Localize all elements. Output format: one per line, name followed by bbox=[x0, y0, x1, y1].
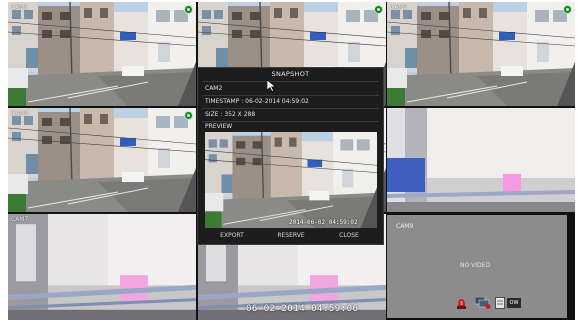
snapshot-size: SIZE : 352 X 288 bbox=[205, 111, 256, 118]
snapshot-preview: 2014-06-02 04:59:02 bbox=[205, 132, 377, 228]
overwrite-badge: OW bbox=[507, 298, 521, 308]
dialog-title: SNAPSHOT bbox=[271, 70, 310, 78]
record-indicator-icon bbox=[184, 5, 193, 14]
reserve-button[interactable]: RESERVE bbox=[262, 232, 320, 239]
storage-icon[interactable] bbox=[495, 297, 505, 309]
divider bbox=[202, 95, 379, 96]
preview-label: PREVIEW bbox=[205, 123, 233, 130]
timestamp-overlay: 06-02-2014 04:59:06 bbox=[246, 304, 359, 314]
camera-feed-room bbox=[387, 108, 575, 212]
camera-tile-4[interactable]: CAM4 bbox=[8, 108, 196, 212]
camera-tile-7[interactable]: CAM7 bbox=[8, 214, 196, 320]
record-indicator-icon bbox=[563, 5, 572, 14]
camera-tile-1[interactable]: CAM1 bbox=[8, 2, 196, 106]
camera-feed-street bbox=[8, 2, 196, 106]
snapshot-dialog: SNAPSHOT CAM2 TIMESTAMP : 06-02-2014 04:… bbox=[197, 67, 384, 245]
camera-feed-street bbox=[387, 2, 575, 106]
mouse-cursor-icon bbox=[267, 80, 276, 92]
close-button[interactable]: CLOSE bbox=[320, 232, 378, 239]
camera-label: CAM3 bbox=[390, 4, 408, 11]
camera-label: CAM7 bbox=[11, 216, 29, 223]
divider bbox=[202, 108, 379, 109]
alarm-siren-icon[interactable] bbox=[455, 297, 468, 309]
export-button[interactable]: EXPORT bbox=[203, 232, 261, 239]
snapshot-camera: CAM2 bbox=[205, 85, 223, 92]
camera-tile-6[interactable] bbox=[387, 108, 575, 212]
snapshot-timestamp: TIMESTAMP : 06-02-2014 04:59:02 bbox=[205, 98, 309, 105]
camera-tile-9[interactable]: CAM9 NO VIDEO OW bbox=[387, 215, 567, 318]
record-indicator-icon bbox=[374, 5, 383, 14]
camera-label: CAM4 bbox=[11, 110, 29, 117]
camera-label: CAM9 bbox=[396, 223, 414, 230]
network-monitor-icon[interactable] bbox=[475, 297, 491, 309]
divider bbox=[202, 81, 379, 82]
preview-image bbox=[205, 132, 377, 228]
camera-feed-room bbox=[8, 214, 196, 320]
camera-feed-street bbox=[8, 108, 196, 212]
preview-timestamp-overlay: 2014-06-02 04:59:02 bbox=[289, 219, 358, 226]
camera-label: CAM1 bbox=[11, 4, 29, 11]
no-video-status: NO VIDEO bbox=[460, 262, 491, 269]
record-indicator-icon bbox=[184, 111, 193, 120]
camera-tile-3[interactable]: CAM3 bbox=[387, 2, 575, 106]
divider bbox=[202, 121, 379, 122]
